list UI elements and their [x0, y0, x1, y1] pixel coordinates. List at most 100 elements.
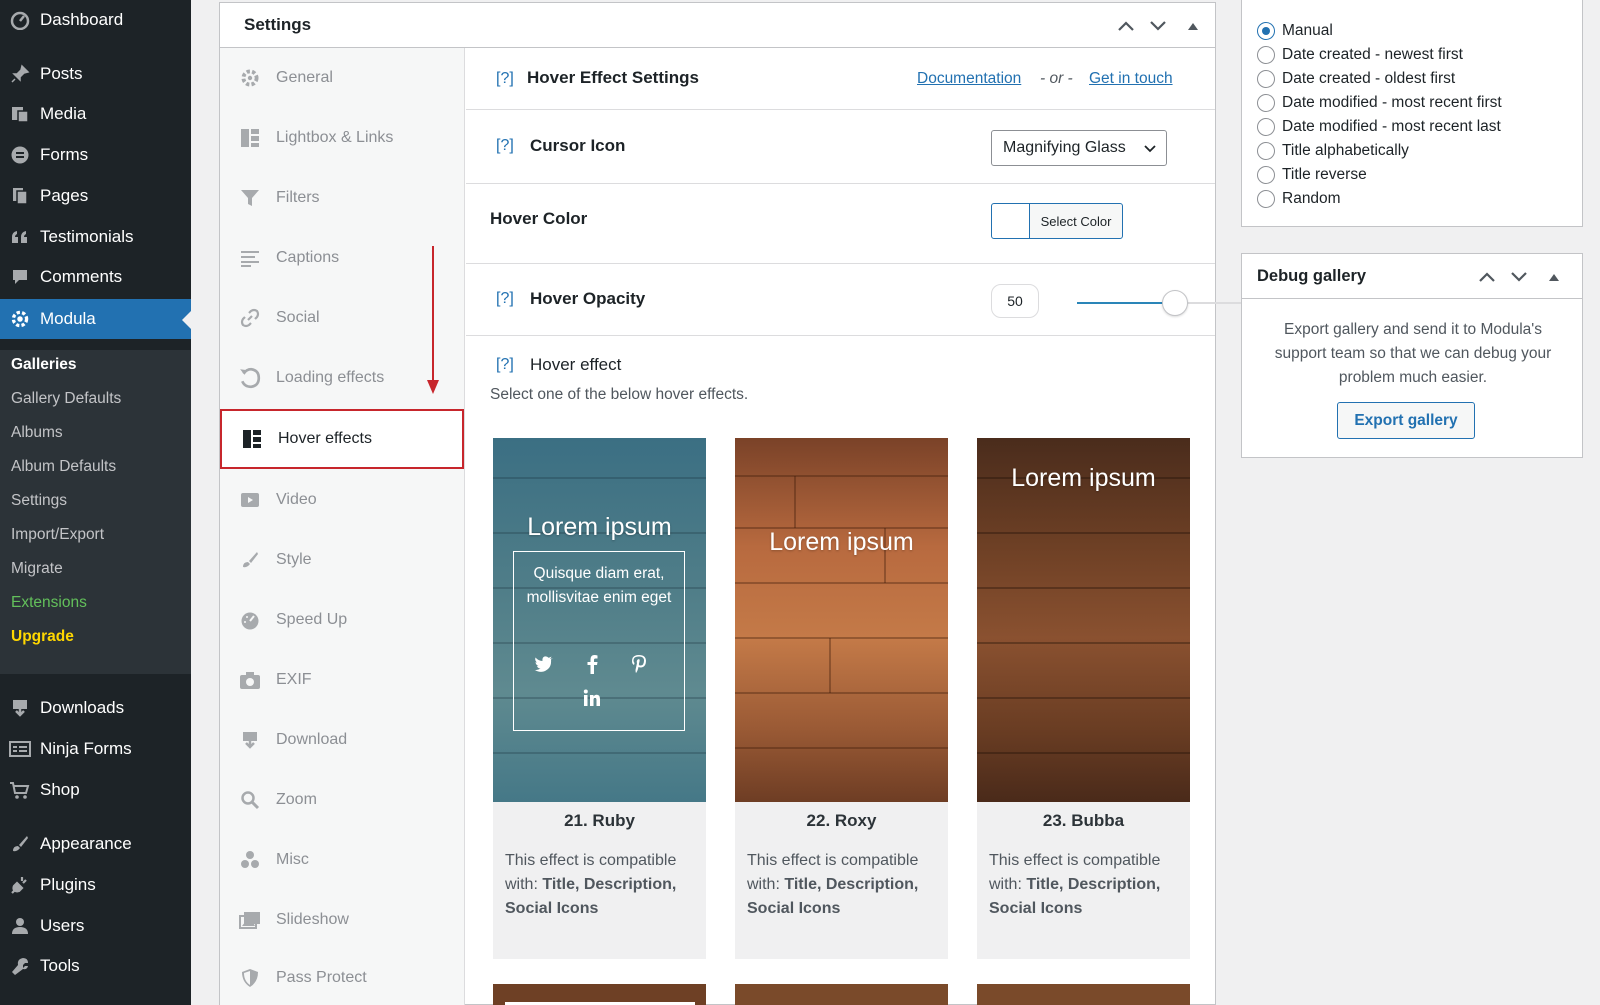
menu-tools[interactable]: Tools [0, 946, 191, 986]
effect-name-bubba: 23. Bubba [1042, 811, 1125, 830]
tab-exif[interactable]: EXIF [220, 650, 464, 710]
tab-download[interactable]: Download [220, 710, 464, 770]
captions-icon [238, 246, 262, 270]
tab-style-label: Style [276, 551, 312, 568]
effect-card-ruby[interactable]: Lorem ipsum Quisque diam erat, mollisvit… [493, 438, 706, 959]
help-link[interactable]: [?] [496, 70, 514, 88]
move-up-icon[interactable] [1115, 15, 1137, 37]
submenu-upgrade[interactable]: Upgrade [11, 628, 74, 646]
move-down-icon[interactable] [1508, 266, 1530, 288]
sort-option-manual[interactable]: Manual [1257, 22, 1333, 40]
cursor-help-link[interactable]: [?] [496, 137, 514, 155]
menu-pages[interactable]: Pages [0, 176, 191, 216]
sort-option-random[interactable]: Random [1257, 190, 1341, 208]
submenu-albums[interactable]: Albums [11, 424, 63, 442]
or-separator: - or - [1040, 70, 1073, 87]
submenu-gallery-defaults[interactable]: Gallery Defaults [11, 390, 121, 408]
move-down-icon[interactable] [1147, 15, 1169, 37]
opacity-input[interactable]: 50 [991, 284, 1039, 318]
twitter-icon[interactable] [532, 652, 556, 676]
hover-effect-label: Hover effect [530, 355, 622, 374]
effect-card-bubba[interactable]: Lorem ipsum 23. Bubba This effect is com… [977, 438, 1190, 959]
annotation-arrow [427, 246, 439, 394]
hover-opacity-row: [?] Hover Opacity 50 [466, 264, 1273, 336]
effect-preview-roxy: Lorem ipsum [735, 438, 948, 802]
pinterest-icon[interactable] [627, 652, 651, 676]
menu-ninja-forms-label: Ninja Forms [40, 739, 132, 758]
radio-icon [1257, 46, 1275, 64]
submenu-album-defaults[interactable]: Album Defaults [11, 458, 116, 476]
wood-texture [735, 475, 948, 749]
menu-downloads[interactable]: Downloads [0, 688, 191, 728]
hover-opacity-label: Hover Opacity [530, 289, 646, 308]
menu-comments[interactable]: Comments [0, 257, 191, 297]
effect-card-next-3[interactable] [977, 984, 1190, 1005]
tab-loading-effects-label: Loading effects [276, 369, 385, 386]
menu-users[interactable]: Users [0, 906, 191, 946]
sort-option-title-alpha[interactable]: Title alphabetically [1257, 142, 1409, 160]
menu-testimonials[interactable]: Testimonials [0, 217, 191, 257]
menu-modula[interactable]: Modula [0, 299, 191, 339]
tab-speed-up[interactable]: Speed Up [220, 590, 464, 650]
tab-video[interactable]: Video [220, 470, 464, 530]
tab-slideshow[interactable]: Slideshow [220, 890, 464, 950]
tab-style[interactable]: Style [220, 530, 464, 590]
export-gallery-button[interactable]: Export gallery [1337, 402, 1475, 439]
effect-card-next-2[interactable] [735, 984, 948, 1005]
documentation-link[interactable]: Documentation [917, 70, 1021, 88]
menu-pages-label: Pages [40, 186, 89, 205]
settings-metabox: Settings General Lightbox & Links Filter… [219, 2, 1273, 1005]
collapse-toggle-icon[interactable] [1182, 15, 1204, 37]
menu-media[interactable]: Media [0, 94, 191, 134]
gear-icon [0, 308, 40, 330]
linkedin-icon[interactable] [580, 686, 604, 710]
tab-hover-effects[interactable]: Hover effects [220, 409, 464, 469]
shield-icon [238, 966, 262, 990]
submenu-settings[interactable]: Settings [11, 492, 67, 510]
radio-icon [1257, 142, 1275, 160]
menu-forms[interactable]: Forms [0, 135, 191, 175]
submenu-migrate[interactable]: Migrate [11, 560, 63, 578]
effect-help-link[interactable]: [?] [496, 356, 514, 374]
select-color-button[interactable]: Select Color [991, 203, 1123, 239]
sort-option-created-newest[interactable]: Date created - newest first [1257, 46, 1463, 64]
roxy-title: Lorem ipsum [769, 528, 914, 556]
sort-option-label: Title alphabetically [1282, 142, 1409, 159]
tab-speed-up-label: Speed Up [276, 611, 348, 628]
tab-filters[interactable]: Filters [220, 168, 464, 228]
menu-ninja-forms[interactable]: Ninja Forms [0, 729, 191, 769]
menu-posts[interactable]: Posts [0, 54, 191, 94]
tab-general[interactable]: General [220, 48, 464, 108]
menu-plugins[interactable]: Plugins [0, 865, 191, 905]
sort-option-title-reverse[interactable]: Title reverse [1257, 166, 1367, 184]
debug-header: Debug gallery [1242, 254, 1582, 299]
effect-card-roxy[interactable]: Lorem ipsum 22. Roxy This effect is comp… [735, 438, 948, 959]
menu-dashboard[interactable]: Dashboard [0, 0, 191, 40]
dashboard-icon [238, 608, 262, 632]
opacity-slider-thumb[interactable] [1162, 290, 1188, 316]
sort-option-modified-recent-last[interactable]: Date modified - most recent last [1257, 118, 1501, 136]
tab-zoom[interactable]: Zoom [220, 770, 464, 830]
tab-pass-protect[interactable]: Pass Protect [220, 948, 464, 1005]
facebook-icon[interactable] [580, 652, 604, 676]
cursor-icon-value: Magnifying Glass [1003, 139, 1126, 156]
collapse-toggle-icon[interactable] [1543, 266, 1565, 288]
submenu-extensions[interactable]: Extensions [11, 594, 87, 612]
effect-card-next-1[interactable] [493, 984, 706, 1005]
submenu-galleries[interactable]: Galleries [11, 356, 77, 374]
menu-appearance-label: Appearance [40, 834, 132, 853]
menu-shop[interactable]: Shop [0, 770, 191, 810]
tab-misc[interactable]: Misc [220, 830, 464, 890]
sort-option-modified-recent-first[interactable]: Date modified - most recent first [1257, 94, 1502, 112]
radio-icon [1257, 94, 1275, 112]
submenu-import-export[interactable]: Import/Export [11, 526, 104, 544]
opacity-help-link[interactable]: [?] [496, 290, 514, 308]
move-up-icon[interactable] [1476, 266, 1498, 288]
comment-icon [0, 267, 40, 287]
cursor-icon-select[interactable]: Magnifying Glass [991, 130, 1167, 166]
menu-appearance[interactable]: Appearance [0, 824, 191, 864]
sort-option-created-oldest[interactable]: Date created - oldest first [1257, 70, 1455, 88]
get-in-touch-link[interactable]: Get in touch [1089, 70, 1173, 88]
tab-lightbox-links[interactable]: Lightbox & Links [220, 108, 464, 168]
tab-pass-protect-label: Pass Protect [276, 969, 367, 986]
